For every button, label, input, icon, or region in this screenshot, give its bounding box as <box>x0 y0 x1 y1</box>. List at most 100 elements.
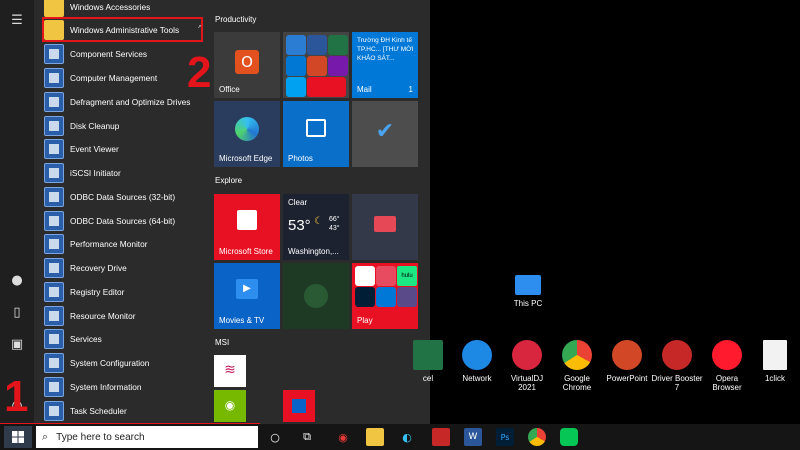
pictures-icon[interactable]: ▣ <box>8 336 26 354</box>
app-label: ODBC Data Sources (64-bit) <box>70 216 176 226</box>
app-label: Services <box>70 334 102 344</box>
app-computer-management[interactable]: Computer Management <box>44 67 208 89</box>
chrome-taskbar-icon[interactable] <box>528 428 546 446</box>
tile-msi-app[interactable] <box>283 390 315 422</box>
tile-news[interactable] <box>352 194 418 260</box>
edge-taskbar-icon[interactable]: ◐ <box>398 428 416 446</box>
app-task-scheduler[interactable]: Task Scheduler <box>44 400 208 422</box>
desktop-virtualdj[interactable]: VirtualDJ 2021 <box>501 340 553 392</box>
start-button[interactable] <box>4 426 32 448</box>
file-icon <box>763 340 787 370</box>
tile-office-apps-folder[interactable] <box>283 32 349 98</box>
app-services[interactable]: Services <box>44 328 208 350</box>
documents-icon[interactable]: ▯ <box>8 304 26 322</box>
word-icon <box>307 35 327 55</box>
app-odbc-32[interactable]: ODBC Data Sources (32-bit) <box>44 186 208 208</box>
tile-nvidia[interactable]: ◉ <box>214 390 246 422</box>
weather-condition: Clear <box>288 198 308 207</box>
desktop-this-pc[interactable]: This PC <box>502 275 554 308</box>
app-label: Windows Accessories <box>70 2 151 12</box>
tile-movies-tv[interactable]: ▶ Movies & TV <box>214 263 280 329</box>
app-performance-monitor[interactable]: Performance Monitor <box>44 233 208 255</box>
tile-play[interactable]: hulu Play <box>352 263 418 329</box>
msi-app-icon <box>292 399 306 413</box>
screen: ☰ ● ▯ ▣ ⏻ Windows Accessories Windows Ad… <box>0 0 800 450</box>
desktop-icon-label: Network <box>462 374 492 383</box>
recovery-drive-icon <box>44 258 64 278</box>
desktop-excel[interactable]: cel <box>402 340 454 383</box>
tile-microsoft-store[interactable]: Microsoft Store <box>214 194 280 260</box>
nvidia-icon: ◉ <box>224 398 236 412</box>
word-taskbar-icon[interactable]: W <box>464 428 482 446</box>
mail-preview-text: Trường ĐH Kinh tế TP.HC... [THƯ MỜI KHẢO… <box>357 37 414 62</box>
app-disk-cleanup[interactable]: Disk Cleanup <box>44 115 208 137</box>
tile-weather[interactable]: Clear 53° ☾ 66° 43° Washington,... <box>283 194 349 260</box>
desktop-network[interactable]: Network <box>451 340 503 383</box>
tile-spotify[interactable] <box>283 263 349 329</box>
desktop-driver-booster[interactable]: Driver Booster 7 <box>651 340 703 392</box>
news-icon <box>374 216 396 232</box>
app-label: System Configuration <box>70 358 150 368</box>
this-pc-icon <box>515 275 541 295</box>
task-view-icon[interactable]: ⧉ <box>298 428 316 446</box>
outlook-icon <box>286 35 306 55</box>
desktop-google-chrome[interactable]: Google Chrome <box>551 340 603 392</box>
office-app-icon <box>307 77 346 97</box>
desktop-icon-label: 1click <box>764 374 785 383</box>
movies-icon: ▶ <box>236 279 258 299</box>
hulu-icon: hulu <box>397 266 417 286</box>
event-viewer-icon <box>44 139 64 159</box>
odbc-icon <box>44 211 64 231</box>
tile-todo[interactable]: ✔ <box>352 101 418 167</box>
app-system-configuration[interactable]: System Configuration <box>44 352 208 374</box>
windows-logo-icon <box>12 431 24 443</box>
weather-high: 66° <box>329 216 340 223</box>
tile-label: Office <box>219 85 240 94</box>
line-taskbar-icon[interactable] <box>560 428 578 446</box>
driver-booster-taskbar-icon[interactable]: ◉ <box>334 428 352 446</box>
system-information-icon <box>44 377 64 397</box>
tile-microsoft-edge[interactable]: Microsoft Edge <box>214 101 280 167</box>
desktop-opera[interactable]: Opera Browser <box>701 340 753 392</box>
tile-label: Play <box>357 316 373 325</box>
desktop-1click[interactable]: 1click <box>751 340 799 383</box>
tile-label: Microsoft Edge <box>219 154 273 163</box>
app-component-services[interactable]: Component Services <box>44 43 208 65</box>
app-label: Resource Monitor <box>70 311 136 321</box>
app-event-viewer[interactable]: Event Viewer <box>44 138 208 160</box>
desktop-powerpoint[interactable]: PowerPoint <box>601 340 653 383</box>
tile-mail[interactable]: Trường ĐH Kinh tế TP.HC... [THƯ MỜI KHẢO… <box>352 32 418 98</box>
app-resource-monitor[interactable]: Resource Monitor <box>44 305 208 327</box>
cortana-icon[interactable]: ○ <box>266 428 284 446</box>
app-taskbar-icon[interactable] <box>432 428 450 446</box>
app-label: Computer Management <box>70 73 158 83</box>
app-defragment[interactable]: Defragment and Optimize Drives <box>44 91 208 113</box>
performance-monitor-icon <box>44 234 64 254</box>
app-system-information[interactable]: System Information <box>44 376 208 398</box>
task-scheduler-icon <box>44 401 64 421</box>
desktop-icon-label: Opera Browser <box>712 374 742 392</box>
hamburger-icon[interactable]: ☰ <box>8 12 26 30</box>
taskbar: ⌕ Type here to search ○ ⧉ ◉ ◐ W Ps <box>0 424 800 450</box>
app-recovery-drive[interactable]: Recovery Drive <box>44 257 208 279</box>
tile-office[interactable]: O Office <box>214 32 280 98</box>
services-icon <box>44 329 64 349</box>
weather-city: Washington,... <box>288 247 339 256</box>
app-windows-accessories[interactable]: Windows Accessories <box>44 0 208 18</box>
office-icon: O <box>235 50 259 74</box>
disk-cleanup-icon <box>44 116 64 136</box>
step-number-2: 2 <box>187 48 212 97</box>
app-registry-editor[interactable]: Registry Editor <box>44 281 208 303</box>
file-explorer-icon[interactable] <box>366 428 384 446</box>
tile-photos[interactable]: Photos <box>283 101 349 167</box>
photoshop-taskbar-icon[interactable]: Ps <box>496 428 514 446</box>
search-box[interactable]: ⌕ Type here to search <box>36 426 258 448</box>
app-odbc-64[interactable]: ODBC Data Sources (64-bit) <box>44 210 208 232</box>
excel-icon <box>328 35 348 55</box>
highlight-admin-tools <box>42 17 203 42</box>
app-iscsi-initiator[interactable]: iSCSI Initiator <box>44 162 208 184</box>
group-title-productivity: Productivity <box>215 15 257 24</box>
user-account-icon[interactable]: ● <box>8 272 26 290</box>
desktop-icon-label: This PC <box>513 299 543 308</box>
tile-audio-app[interactable]: ≋ <box>214 355 246 387</box>
